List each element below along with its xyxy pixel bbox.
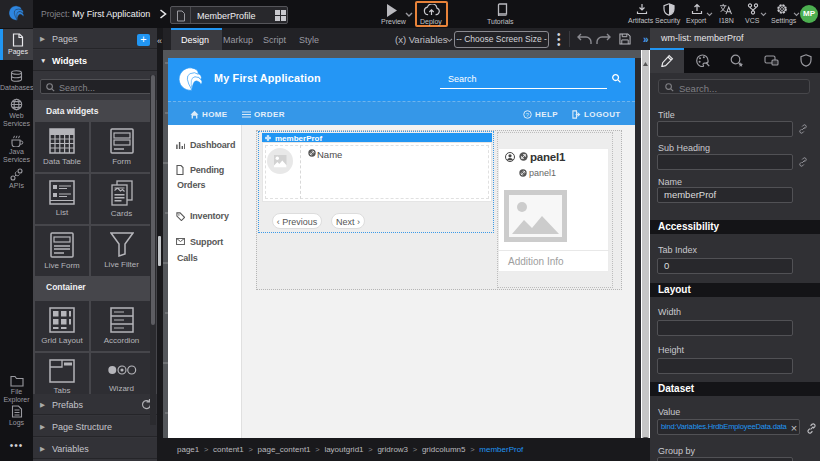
svg-text:?: ? [526,112,530,118]
